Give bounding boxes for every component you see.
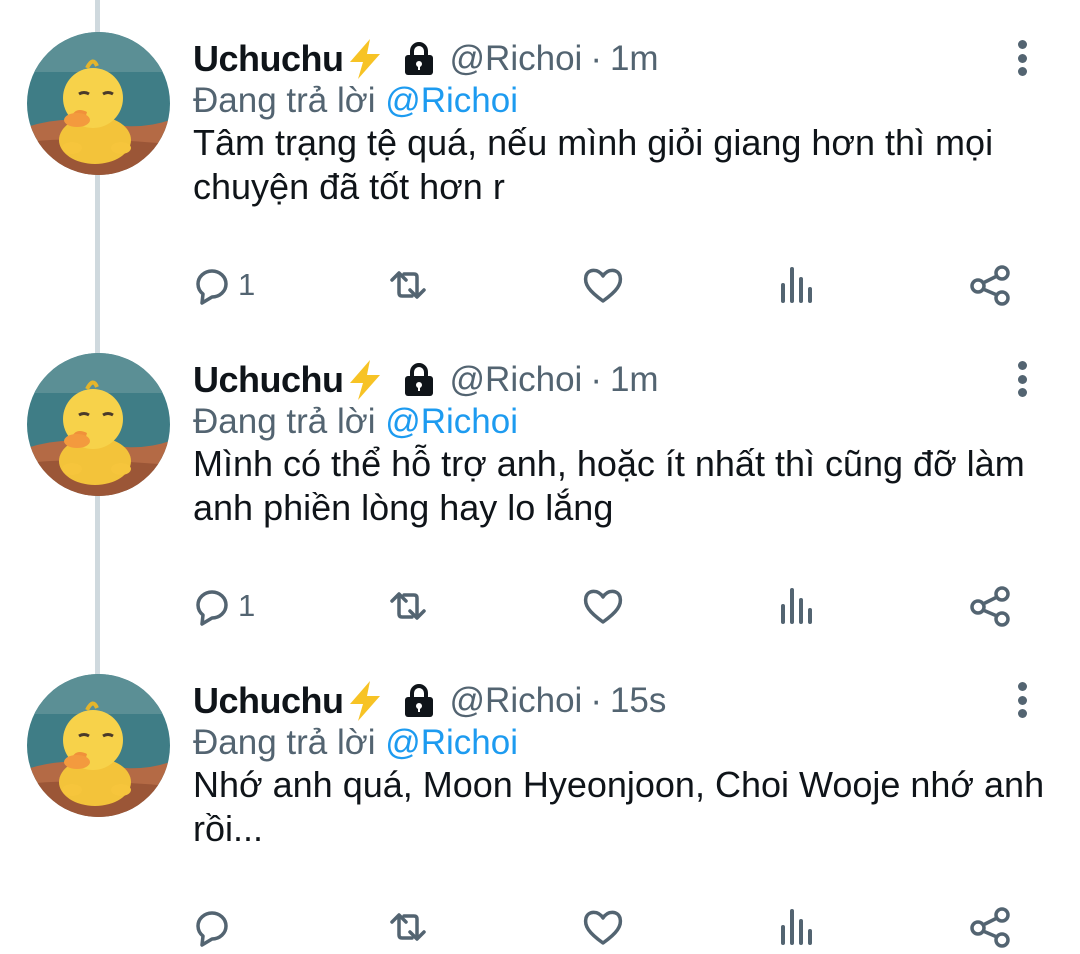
- tweet-text: Mình có thể hỗ trợ anh, hoặc ít nhất thì…: [193, 443, 1025, 528]
- tweet-actions: 1: [0, 581, 1080, 631]
- display-name[interactable]: Uchuchu: [193, 38, 344, 80]
- display-name[interactable]: Uchuchu: [193, 359, 344, 401]
- heart-icon: [583, 910, 623, 945]
- share-icon: [970, 907, 1010, 948]
- replying-to: Đang trả lời @Richoi: [193, 402, 518, 442]
- separator-dot: ·: [590, 39, 602, 78]
- share-button[interactable]: [968, 584, 1012, 628]
- share-button[interactable]: [968, 905, 1012, 949]
- more-vertical-icon[interactable]: [1008, 680, 1036, 720]
- tweet-text: Tâm trạng tệ quá, nếu mình giỏi giang hơ…: [193, 122, 994, 207]
- reply-icon: [196, 590, 228, 626]
- heart-icon: [583, 268, 623, 303]
- reply-button[interactable]: 1: [190, 584, 255, 628]
- analytics-button[interactable]: [775, 905, 819, 949]
- tweet[interactable]: Uchuchu @Richoi · 15s Đang trả lời @Rich…: [0, 642, 1080, 954]
- like-button[interactable]: [581, 584, 625, 628]
- reply-count: 1: [238, 588, 256, 623]
- heart-icon: [583, 589, 623, 624]
- reply-icon: [196, 269, 228, 305]
- reply-mention-link[interactable]: @Richoi: [385, 81, 518, 120]
- avatar[interactable]: [27, 32, 170, 175]
- tweet[interactable]: Uchuchu @Richoi · 1m Đang trả lời @Richo…: [0, 0, 1080, 321]
- more-vertical-icon[interactable]: [1008, 38, 1036, 78]
- reply-mention-link[interactable]: @Richoi: [385, 723, 518, 762]
- tweet-header: Uchuchu @Richoi · 1m: [193, 357, 659, 403]
- analytics-button[interactable]: [775, 584, 819, 628]
- tweet-actions: 1: [0, 260, 1080, 310]
- retweet-button[interactable]: [386, 584, 430, 628]
- replying-prefix: Đang trả lời: [193, 81, 376, 120]
- analytics-icon: [781, 588, 812, 624]
- share-icon: [970, 265, 1010, 306]
- lightning-bolt-icon: [349, 39, 380, 79]
- lock-icon: [404, 42, 433, 75]
- timestamp[interactable]: 15s: [610, 681, 666, 721]
- retweet-icon: [390, 271, 426, 299]
- separator-dot: ·: [590, 681, 602, 720]
- retweet-icon: [390, 592, 426, 620]
- retweet-button[interactable]: [386, 263, 430, 307]
- analytics-icon: [781, 909, 812, 945]
- separator-dot: ·: [590, 360, 602, 399]
- share-icon: [970, 586, 1010, 627]
- like-button[interactable]: [581, 905, 625, 949]
- more-vertical-icon[interactable]: [1008, 359, 1036, 399]
- user-handle[interactable]: @Richoi: [450, 360, 583, 400]
- retweet-button[interactable]: [386, 905, 430, 949]
- tweet[interactable]: Uchuchu @Richoi · 1m Đang trả lời @Richo…: [0, 321, 1080, 642]
- lightning-bolt-icon: [349, 681, 380, 721]
- reply-button[interactable]: [190, 905, 238, 949]
- lightning-bolt-icon: [349, 360, 380, 400]
- lock-icon: [404, 684, 433, 717]
- tweet-actions: [0, 902, 1080, 952]
- timestamp[interactable]: 1m: [610, 360, 659, 400]
- reply-button[interactable]: 1: [190, 263, 255, 307]
- avatar[interactable]: [27, 674, 170, 817]
- replying-to: Đang trả lời @Richoi: [193, 723, 518, 763]
- reply-count: 1: [238, 267, 256, 302]
- lock-icon: [404, 363, 433, 396]
- user-handle[interactable]: @Richoi: [450, 681, 583, 721]
- reply-mention-link[interactable]: @Richoi: [385, 402, 518, 441]
- share-button[interactable]: [968, 263, 1012, 307]
- tweet-text: Nhớ anh quá, Moon Hyeonjoon, Choi Wooje …: [193, 764, 1045, 849]
- timestamp[interactable]: 1m: [610, 39, 659, 79]
- user-handle[interactable]: @Richoi: [450, 39, 583, 79]
- replying-prefix: Đang trả lời: [193, 723, 376, 762]
- analytics-button[interactable]: [775, 263, 819, 307]
- analytics-icon: [781, 267, 812, 303]
- tweet-header: Uchuchu @Richoi · 1m: [193, 36, 659, 82]
- display-name[interactable]: Uchuchu: [193, 680, 344, 722]
- avatar[interactable]: [27, 353, 170, 496]
- like-button[interactable]: [581, 263, 625, 307]
- replying-prefix: Đang trả lời: [193, 402, 376, 441]
- reply-icon: [196, 911, 228, 947]
- replying-to: Đang trả lời @Richoi: [193, 81, 518, 121]
- tweet-header: Uchuchu @Richoi · 15s: [193, 678, 666, 724]
- retweet-icon: [390, 913, 426, 941]
